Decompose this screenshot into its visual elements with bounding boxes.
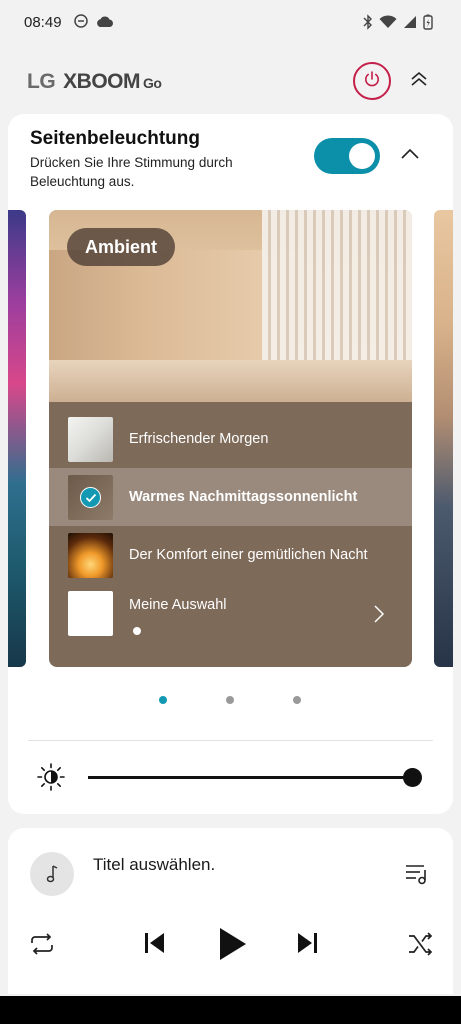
custom-color-dot <box>133 627 141 635</box>
player-card: Titel auswählen. <box>8 828 453 994</box>
page-dot-1[interactable] <box>159 696 167 704</box>
mood-label: Warmes Nachmittagssonnenlicht <box>129 489 358 505</box>
mood-thumbnail <box>68 417 113 462</box>
mood-item-morning[interactable]: Erfrischender Morgen <box>49 410 412 468</box>
power-icon <box>363 70 381 93</box>
mood-label: Der Komfort einer gemütlichen Nacht <box>129 547 368 563</box>
brand-lg: LG <box>27 70 56 93</box>
page-dot-2[interactable] <box>226 696 234 704</box>
app-header: LG XBOOM Go <box>0 56 461 108</box>
mood-card: Ambient Erfrischender Morgen Warmes Nach… <box>49 210 412 667</box>
brightness-slider-thumb[interactable] <box>403 768 422 787</box>
signal-icon <box>403 15 417 34</box>
mood-item-custom[interactable]: Meine Auswahl <box>49 584 412 642</box>
mood-thumbnail <box>68 591 113 636</box>
skip-next-icon[interactable] <box>294 930 320 956</box>
status-bar: 08:49 <box>0 0 461 48</box>
mood-item-afternoon[interactable]: Warmes Nachmittagssonnenlicht <box>49 468 412 526</box>
section-collapse-button[interactable] <box>396 142 424 170</box>
repeat-icon[interactable] <box>28 930 56 958</box>
chevron-right-icon <box>371 604 387 624</box>
section-title: Seitenbeleuchtung <box>30 128 200 149</box>
system-navigation-bar <box>0 996 461 1024</box>
wifi-icon <box>379 15 397 34</box>
previous-mood-card-peek[interactable] <box>8 210 26 667</box>
play-icon[interactable] <box>216 926 248 962</box>
mood-label: Erfrischender Morgen <box>129 431 269 447</box>
mood-badge: Ambient <box>67 228 175 266</box>
brightness-icon <box>36 762 66 792</box>
status-time: 08:49 <box>24 14 62 31</box>
divider <box>28 740 433 741</box>
check-icon <box>80 487 101 508</box>
lighting-card: Seitenbeleuchtung Drücken Sie Ihre Stimm… <box>8 114 453 814</box>
playlist-icon[interactable] <box>404 860 430 886</box>
shuffle-icon[interactable] <box>406 930 434 958</box>
brand-logo: LG XBOOM Go <box>27 70 162 94</box>
mood-label: Meine Auswahl <box>129 597 227 613</box>
brand-xboom: XBOOM <box>63 70 141 93</box>
battery-icon <box>423 14 433 35</box>
double-chevron-up-icon <box>409 69 429 94</box>
power-button[interactable] <box>353 62 391 100</box>
music-note-icon <box>30 852 74 896</box>
lighting-toggle[interactable] <box>314 138 380 174</box>
collapse-all-button[interactable] <box>402 64 436 98</box>
brightness-slider-track[interactable] <box>88 776 412 779</box>
section-description: Drücken Sie Ihre Stimmung durch Beleucht… <box>30 155 233 189</box>
track-title[interactable]: Titel auswählen. <box>93 855 215 875</box>
page-dot-3[interactable] <box>293 696 301 704</box>
toggle-knob <box>349 143 375 169</box>
bluetooth-icon <box>363 14 373 35</box>
mood-thumbnail <box>68 533 113 578</box>
mood-item-night[interactable]: Der Komfort einer gemütlichen Nacht <box>49 526 412 584</box>
next-mood-card-peek[interactable] <box>434 210 453 667</box>
mood-list: Erfrischender Morgen Warmes Nachmittagss… <box>49 410 412 642</box>
do-not-disturb-icon <box>74 14 88 33</box>
brand-go: Go <box>143 75 162 91</box>
carousel-pagination <box>8 694 453 706</box>
chevron-up-icon <box>400 147 420 166</box>
skip-previous-icon[interactable] <box>142 930 168 956</box>
cloud-icon <box>96 15 114 33</box>
